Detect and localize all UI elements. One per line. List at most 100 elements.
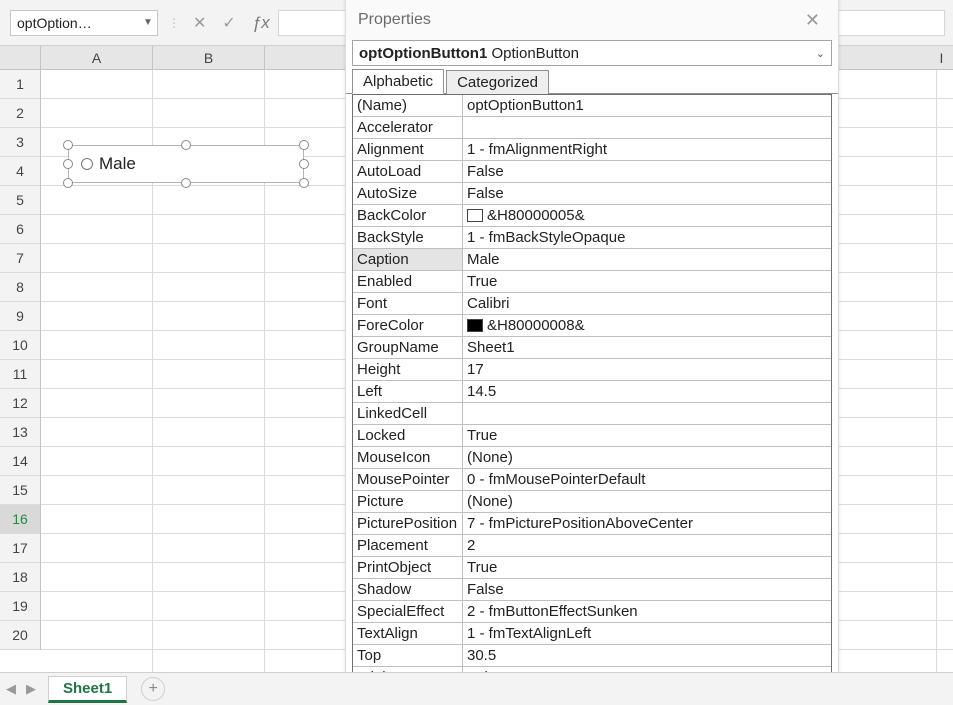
chevron-down-icon[interactable]: ⌄ — [816, 47, 825, 60]
property-value[interactable]: 1 - fmBackStyleOpaque — [463, 227, 831, 248]
resize-handle[interactable] — [299, 178, 309, 188]
properties-titlebar[interactable]: Properties ✕ — [346, 0, 838, 40]
row-header[interactable]: 8 — [0, 273, 40, 302]
property-row[interactable]: TextAlign1 - fmTextAlignLeft — [353, 623, 831, 645]
property-row[interactable]: AutoLoadFalse — [353, 161, 831, 183]
row-header[interactable]: 2 — [0, 99, 40, 128]
property-row[interactable]: PicturePosition7 - fmPicturePositionAbov… — [353, 513, 831, 535]
row-header[interactable]: 20 — [0, 621, 40, 650]
row-header[interactable]: 6 — [0, 215, 40, 244]
property-row[interactable]: PrintObjectTrue — [353, 557, 831, 579]
select-all-corner[interactable] — [0, 46, 41, 70]
nav-next-icon[interactable]: ▶ — [26, 681, 36, 697]
property-value[interactable]: &H80000008& — [463, 315, 831, 336]
property-value[interactable]: 0 - fmMousePointerDefault — [463, 469, 831, 490]
property-value[interactable] — [463, 403, 831, 424]
row-header[interactable]: 1 — [0, 70, 40, 99]
property-value[interactable]: True — [463, 271, 831, 292]
property-row[interactable]: Accelerator — [353, 117, 831, 139]
property-value[interactable]: Calibri — [463, 293, 831, 314]
property-value[interactable]: (None) — [463, 491, 831, 512]
row-header[interactable]: 16 — [0, 505, 40, 534]
name-box[interactable]: optOption… ▼ — [10, 10, 158, 36]
property-row[interactable]: LinkedCell — [353, 403, 831, 425]
property-value[interactable]: 1 - fmAlignmentRight — [463, 139, 831, 160]
property-row[interactable]: Height17 — [353, 359, 831, 381]
property-value[interactable] — [463, 117, 831, 138]
row-header[interactable]: 14 — [0, 447, 40, 476]
close-icon[interactable]: ✕ — [799, 6, 826, 35]
property-row[interactable]: Top30.5 — [353, 645, 831, 667]
row-header[interactable]: 18 — [0, 563, 40, 592]
property-value[interactable]: Male — [463, 249, 831, 270]
property-value[interactable]: 14.5 — [463, 381, 831, 402]
property-value[interactable]: False — [463, 161, 831, 182]
tab-categorized[interactable]: Categorized — [446, 70, 549, 94]
cancel-formula-icon[interactable]: ✕ — [185, 13, 214, 33]
property-row[interactable]: EnabledTrue — [353, 271, 831, 293]
fx-icon[interactable]: ƒx — [244, 13, 278, 33]
accept-formula-icon[interactable]: ✓ — [214, 13, 243, 33]
property-row[interactable]: Picture(None) — [353, 491, 831, 513]
property-value[interactable]: False — [463, 183, 831, 204]
resize-handle[interactable] — [299, 140, 309, 150]
row-header[interactable]: 5 — [0, 186, 40, 215]
property-value[interactable]: Sheet1 — [463, 337, 831, 358]
column-header[interactable]: B — [153, 46, 265, 70]
row-header[interactable]: 10 — [0, 331, 40, 360]
property-row[interactable]: Alignment1 - fmAlignmentRight — [353, 139, 831, 161]
property-row[interactable]: BackColor&H80000005& — [353, 205, 831, 227]
resize-handle[interactable] — [181, 178, 191, 188]
add-sheet-button[interactable]: + — [141, 677, 165, 701]
property-row[interactable]: CaptionMale — [353, 249, 831, 271]
property-value[interactable]: 1 - fmTextAlignLeft — [463, 623, 831, 644]
property-row[interactable]: BackStyle1 - fmBackStyleOpaque — [353, 227, 831, 249]
row-header[interactable]: 3 — [0, 128, 40, 157]
row-header[interactable]: 7 — [0, 244, 40, 273]
sheet-tab[interactable]: Sheet1 — [48, 676, 127, 703]
row-header[interactable]: 19 — [0, 592, 40, 621]
resize-handle[interactable] — [299, 159, 309, 169]
resize-handle[interactable] — [63, 159, 73, 169]
property-row[interactable]: Left14.5 — [353, 381, 831, 403]
property-value[interactable]: 2 — [463, 535, 831, 556]
resize-handle[interactable] — [181, 140, 191, 150]
property-value[interactable]: 30.5 — [463, 645, 831, 666]
row-header[interactable]: 17 — [0, 534, 40, 563]
property-value[interactable]: 17 — [463, 359, 831, 380]
property-value[interactable]: True — [463, 425, 831, 446]
column-header[interactable]: I — [886, 46, 953, 70]
resize-handle[interactable] — [63, 140, 73, 150]
row-header[interactable]: 11 — [0, 360, 40, 389]
property-row[interactable]: MouseIcon(None) — [353, 447, 831, 469]
property-row[interactable]: MousePointer0 - fmMousePointerDefault — [353, 469, 831, 491]
chevron-down-icon[interactable]: ▼ — [139, 17, 157, 28]
property-value-text: 17 — [467, 359, 484, 380]
property-row[interactable]: ForeColor&H80000008& — [353, 315, 831, 337]
object-selector[interactable]: optOptionButton1 OptionButton ⌄ — [352, 40, 832, 66]
property-row[interactable]: AutoSizeFalse — [353, 183, 831, 205]
property-value[interactable]: optOptionButton1 — [463, 95, 831, 116]
nav-prev-icon[interactable]: ◀ — [6, 681, 16, 697]
property-row[interactable]: (Name)optOptionButton1 — [353, 95, 831, 117]
resize-handle[interactable] — [63, 178, 73, 188]
property-value[interactable]: &H80000005& — [463, 205, 831, 226]
property-row[interactable]: GroupNameSheet1 — [353, 337, 831, 359]
tab-alphabetic[interactable]: Alphabetic — [352, 69, 444, 94]
row-header[interactable]: 9 — [0, 302, 40, 331]
property-row[interactable]: ShadowFalse — [353, 579, 831, 601]
property-value[interactable]: 2 - fmButtonEffectSunken — [463, 601, 831, 622]
property-value[interactable]: (None) — [463, 447, 831, 468]
property-value[interactable]: 7 - fmPicturePositionAboveCenter — [463, 513, 831, 534]
property-value[interactable]: True — [463, 557, 831, 578]
column-header[interactable]: A — [41, 46, 153, 70]
property-value[interactable]: False — [463, 579, 831, 600]
row-header[interactable]: 12 — [0, 389, 40, 418]
row-header[interactable]: 4 — [0, 157, 40, 186]
property-row[interactable]: Placement2 — [353, 535, 831, 557]
property-row[interactable]: LockedTrue — [353, 425, 831, 447]
row-header[interactable]: 13 — [0, 418, 40, 447]
property-row[interactable]: SpecialEffect2 - fmButtonEffectSunken — [353, 601, 831, 623]
property-row[interactable]: FontCalibri — [353, 293, 831, 315]
row-header[interactable]: 15 — [0, 476, 40, 505]
